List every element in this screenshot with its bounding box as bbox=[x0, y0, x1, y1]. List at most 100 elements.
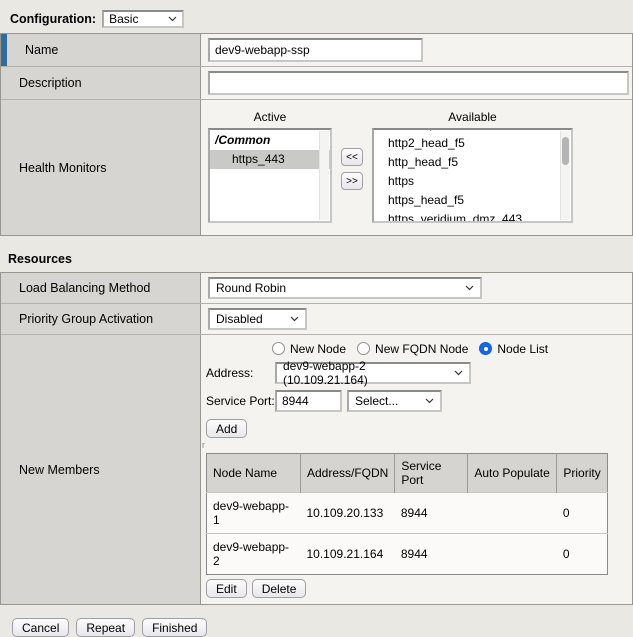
radio-new-fqdn-node-label: New FQDN Node bbox=[375, 342, 468, 356]
available-monitor-item[interactable]: https_head_f5 bbox=[374, 191, 571, 210]
priority-group-label: Priority Group Activation bbox=[19, 312, 153, 326]
header-address-fqdn: Address/FQDN bbox=[301, 454, 395, 493]
load-balancing-label: Load Balancing Method bbox=[19, 281, 150, 295]
priority-group-label-cell: Priority Group Activation bbox=[1, 304, 201, 334]
active-monitor-item[interactable]: https_443 bbox=[210, 150, 330, 169]
description-value-cell bbox=[201, 67, 632, 99]
cancel-button[interactable]: Cancel bbox=[12, 618, 69, 637]
header-priority: Priority bbox=[557, 454, 607, 493]
monitor-move-buttons: << >> bbox=[341, 148, 363, 190]
configuration-select[interactable]: Basic bbox=[102, 10, 184, 28]
radio-node-list[interactable]: Node List bbox=[479, 342, 548, 356]
edit-button[interactable]: Edit bbox=[206, 579, 247, 598]
chevron-down-icon bbox=[425, 398, 434, 404]
move-to-available-button[interactable]: >> bbox=[341, 172, 363, 190]
available-list-label: Available bbox=[372, 110, 573, 124]
delete-button[interactable]: Delete bbox=[252, 579, 307, 598]
address-row: Address: dev9-webapp-2 (10.109.21.164) bbox=[206, 362, 632, 384]
service-port-select[interactable]: Select... bbox=[347, 390, 442, 412]
available-list-scrollbar[interactable] bbox=[560, 131, 570, 220]
radio-new-node[interactable]: New Node bbox=[272, 342, 346, 356]
load-balancing-value-cell: Round Robin bbox=[201, 273, 632, 303]
load-balancing-row: Load Balancing Method Round Robin bbox=[1, 273, 632, 304]
cell-node-name: dev9-webapp-2 bbox=[207, 534, 301, 575]
priority-group-row: Priority Group Activation Disabled bbox=[1, 304, 632, 335]
chevron-down-icon bbox=[290, 316, 299, 322]
cell-auto-populate bbox=[468, 493, 557, 534]
load-balancing-select[interactable]: Round Robin bbox=[208, 277, 482, 299]
active-monitors-listbox[interactable]: /Common https_443 bbox=[208, 128, 332, 223]
radio-button-selected-icon[interactable] bbox=[479, 342, 492, 355]
priority-group-value-cell: Disabled bbox=[201, 304, 632, 334]
active-list-label: Active bbox=[208, 110, 332, 124]
available-monitor-item[interactable]: https_veridium_dmz_443 bbox=[374, 210, 571, 223]
header-service-port: Service Port bbox=[395, 454, 468, 493]
service-port-input[interactable]: 8944 bbox=[275, 390, 342, 412]
stray-text: r bbox=[202, 440, 632, 450]
add-row: Add bbox=[206, 419, 632, 438]
load-balancing-label-cell: Load Balancing Method bbox=[1, 273, 201, 303]
radio-button-icon[interactable] bbox=[272, 342, 285, 355]
monitor-folder-item[interactable]: /Common bbox=[210, 131, 330, 150]
member-table-row[interactable]: dev9-webapp-2 10.109.21.164 8944 0 bbox=[207, 534, 608, 575]
address-select-value: dev9-webapp-2 (10.109.21.164) bbox=[283, 359, 446, 387]
description-input[interactable] bbox=[208, 71, 629, 95]
name-input[interactable]: dev9-webapp-ssp bbox=[208, 38, 423, 62]
radio-new-fqdn-node[interactable]: New FQDN Node bbox=[357, 342, 468, 356]
name-label: Name bbox=[25, 43, 58, 57]
radio-button-icon[interactable] bbox=[357, 342, 370, 355]
configuration-select-value: Basic bbox=[109, 12, 138, 26]
health-monitors-value-cell: Active /Common https_443 << >> Available… bbox=[201, 100, 632, 235]
name-label-cell: Name bbox=[1, 34, 201, 66]
priority-group-select[interactable]: Disabled bbox=[208, 308, 307, 330]
cell-priority: 0 bbox=[557, 493, 607, 534]
available-monitor-item[interactable]: http_head_f5 bbox=[374, 153, 571, 172]
description-label: Description bbox=[19, 76, 82, 90]
name-input-value: dev9-webapp-ssp bbox=[215, 43, 310, 57]
health-monitors-label: Health Monitors bbox=[19, 161, 107, 175]
add-button[interactable]: Add bbox=[206, 419, 247, 438]
members-table: Node Name Address/FQDN Service Port Auto… bbox=[206, 453, 608, 575]
members-table-header-row: Node Name Address/FQDN Service Port Auto… bbox=[207, 454, 608, 493]
new-members-label-cell: New Members bbox=[1, 335, 201, 604]
footer-bar: Cancel Repeat Finished bbox=[12, 618, 633, 637]
cell-service-port: 8944 bbox=[395, 534, 468, 575]
member-table-row[interactable]: dev9-webapp-1 10.109.20.133 8944 0 bbox=[207, 493, 608, 534]
new-members-row: New Members New Node New FQDN Node Node … bbox=[1, 335, 632, 604]
member-type-radio-row: New Node New FQDN Node Node List bbox=[272, 341, 632, 356]
new-members-label: New Members bbox=[19, 463, 100, 477]
configuration-bar: Configuration: Basic bbox=[10, 10, 633, 28]
name-row: Name dev9-webapp-ssp bbox=[1, 34, 632, 67]
description-label-cell: Description bbox=[1, 67, 201, 99]
move-to-active-button[interactable]: << bbox=[341, 148, 363, 166]
active-list-scrollbar[interactable] bbox=[319, 131, 329, 220]
chevron-down-icon bbox=[465, 285, 474, 291]
radio-node-list-label: Node List bbox=[497, 342, 548, 356]
resources-heading: Resources bbox=[8, 252, 633, 266]
service-port-label: Service Port: bbox=[206, 394, 275, 408]
service-port-row: Service Port: 8944 Select... bbox=[206, 390, 632, 412]
address-label: Address: bbox=[206, 366, 275, 380]
header-auto-populate: Auto Populate bbox=[468, 454, 557, 493]
chevron-down-icon bbox=[454, 370, 463, 376]
health-monitors-row: Health Monitors Active /Common https_443… bbox=[1, 100, 632, 235]
required-accent-bar bbox=[1, 34, 7, 66]
chevron-down-icon bbox=[168, 16, 177, 22]
available-monitor-item[interactable]: https bbox=[374, 172, 571, 191]
available-monitors-listbox[interactable]: http2 http2_head_f5 http_head_f5 https h… bbox=[372, 128, 573, 223]
cell-address: 10.109.20.133 bbox=[301, 493, 395, 534]
cell-address: 10.109.21.164 bbox=[301, 534, 395, 575]
available-monitors-group: Available http2 http2_head_f5 http_head_… bbox=[372, 110, 573, 223]
active-monitors-group: Active /Common https_443 bbox=[208, 110, 332, 223]
service-port-select-value: Select... bbox=[355, 394, 398, 408]
radio-new-node-label: New Node bbox=[290, 342, 346, 356]
cell-priority: 0 bbox=[557, 534, 607, 575]
repeat-button[interactable]: Repeat bbox=[76, 618, 135, 637]
load-balancing-select-value: Round Robin bbox=[216, 281, 286, 295]
service-port-input-value: 8944 bbox=[282, 394, 309, 408]
available-list-scrollbar-thumb[interactable] bbox=[562, 137, 569, 165]
address-select[interactable]: dev9-webapp-2 (10.109.21.164) bbox=[275, 362, 471, 384]
finished-button[interactable]: Finished bbox=[142, 618, 207, 637]
available-monitor-item[interactable]: http2_head_f5 bbox=[374, 134, 571, 153]
configuration-label: Configuration: bbox=[10, 12, 96, 26]
